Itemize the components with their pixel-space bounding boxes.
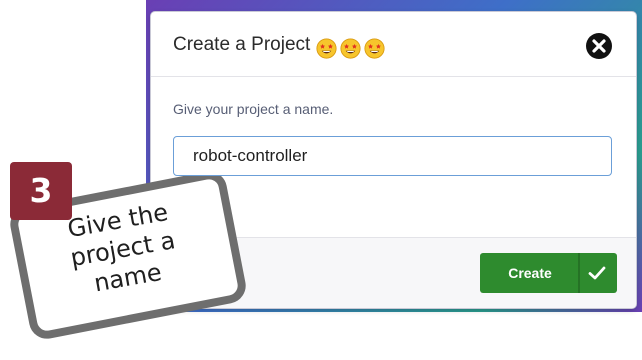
create-project-dialog: Create a Project Give your project a nam…: [151, 12, 636, 308]
emoji-row: [316, 38, 388, 60]
create-button[interactable]: Create: [480, 253, 617, 293]
create-button-divider: [578, 253, 580, 293]
create-button-label: Create: [508, 265, 552, 281]
checkmark-icon: [588, 266, 606, 280]
project-name-prompt: Give your project a name.: [173, 101, 334, 117]
star-struck-face-icon: [340, 38, 361, 59]
star-struck-face-icon: [316, 38, 337, 59]
dialog-title-row: Create a Project: [173, 34, 388, 60]
more-options-link[interactable]: options: [173, 198, 208, 210]
close-icon[interactable]: [585, 32, 613, 60]
dialog-body: Give your project a name. options: [151, 77, 636, 237]
dialog-header: Create a Project: [151, 12, 636, 77]
dialog-footer: Create: [151, 237, 636, 308]
project-name-input[interactable]: [173, 136, 612, 176]
step-number-badge: 3: [10, 162, 72, 220]
star-struck-face-icon: [364, 38, 385, 59]
dialog-title: Create a Project: [173, 34, 311, 55]
